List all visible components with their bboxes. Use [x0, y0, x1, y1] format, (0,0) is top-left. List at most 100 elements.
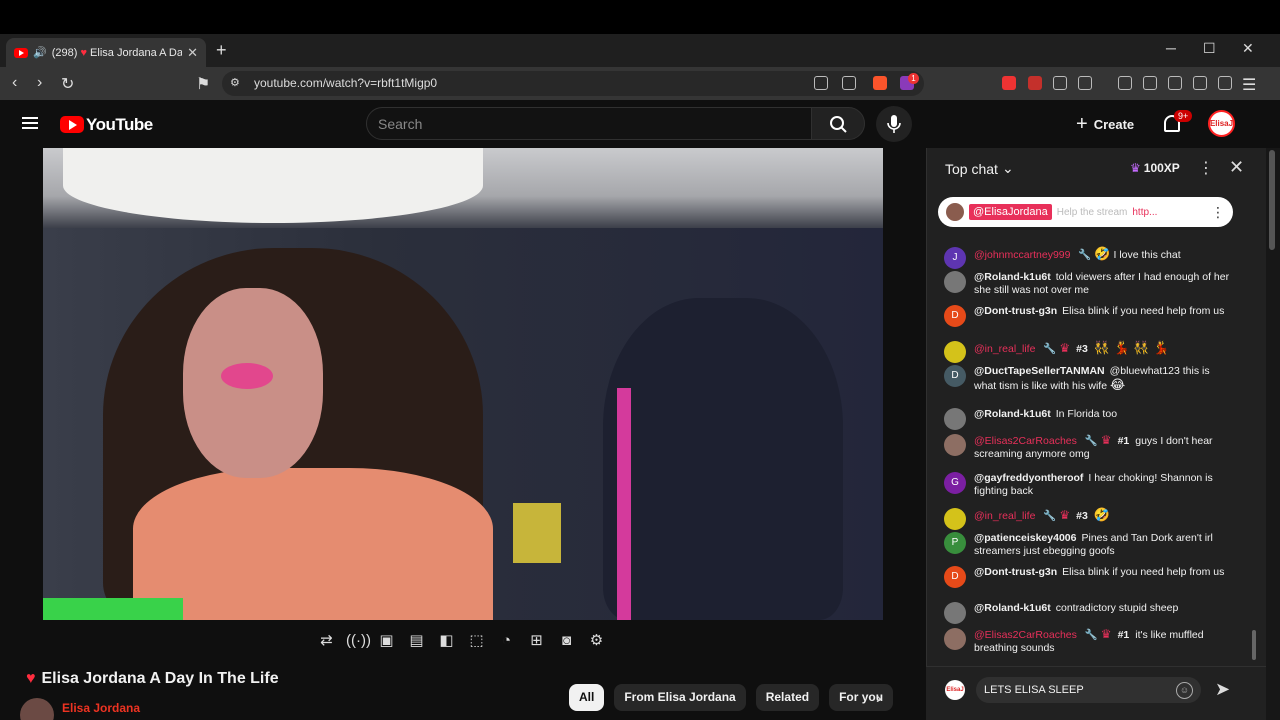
- chat-avatar[interactable]: P: [944, 532, 966, 554]
- loop-icon[interactable]: ⇄: [316, 630, 337, 651]
- chat-message[interactable]: P @patienceiskey4006 Pines and Tan Dork ar…: [944, 532, 1234, 558]
- chat-message[interactable]: @Roland-k1u6t In Florida too: [944, 408, 1234, 430]
- close-chat-icon[interactable]: ✕: [1229, 157, 1244, 178]
- add-clip-icon[interactable]: ⊞: [526, 630, 547, 651]
- filmstrip-icon[interactable]: ▤: [406, 630, 427, 651]
- speaker-icon[interactable]: 🔊: [33, 46, 47, 59]
- chat-scrollbar[interactable]: [1252, 630, 1256, 660]
- chat-avatar[interactable]: G: [944, 472, 966, 494]
- chat-avatar[interactable]: [944, 408, 966, 430]
- pinned-link[interactable]: http...: [1132, 207, 1157, 218]
- chat-author[interactable]: @in_real_life: [974, 510, 1035, 522]
- pinned-more-icon[interactable]: ⋮: [1211, 204, 1225, 221]
- chat-message[interactable]: J @johnmccartney999 🔧 🤣 I love this chat: [944, 247, 1234, 269]
- account-avatar[interactable]: ElisaJ: [1208, 110, 1235, 137]
- chat-message[interactable]: @Elisas2CarRoaches 🔧 ♛ #1 it's like muffle…: [944, 628, 1234, 655]
- minimize-button[interactable]: ─: [1166, 40, 1176, 56]
- share-icon[interactable]: [842, 76, 856, 90]
- create-button[interactable]: + Create: [1076, 113, 1134, 136]
- chat-avatar[interactable]: D: [944, 566, 966, 588]
- chat-author[interactable]: @johnmccartney999: [974, 249, 1070, 261]
- chat-avatar[interactable]: [944, 508, 966, 530]
- chip-for-you[interactable]: For you: [829, 684, 894, 711]
- maximize-button[interactable]: ☐: [1203, 40, 1216, 57]
- sidebar-icon[interactable]: [1143, 76, 1157, 90]
- close-window-button[interactable]: ✕: [1242, 40, 1254, 57]
- chat-avatar[interactable]: [944, 434, 966, 456]
- chat-message[interactable]: @in_real_life 🔧 ♛ #3 🤣: [944, 508, 1234, 530]
- bookmark-icon[interactable]: ⚑: [196, 74, 210, 94]
- video-player[interactable]: [43, 148, 883, 620]
- chip-related[interactable]: Related: [755, 684, 820, 711]
- cast-icon[interactable]: [814, 76, 828, 90]
- chat-avatar[interactable]: [944, 602, 966, 624]
- chat-message[interactable]: G @gayfreddyontheroof I hear choking! Shan…: [944, 472, 1234, 498]
- address-text[interactable]: youtube.com/watch?v=rbft1tMigp0: [254, 76, 437, 90]
- adblock-icon[interactable]: [1028, 76, 1042, 90]
- screenshot-icon[interactable]: [1078, 76, 1092, 90]
- settings-gear-icon[interactable]: ⚙: [586, 630, 607, 651]
- search-box[interactable]: [366, 107, 812, 140]
- chat-avatar[interactable]: D: [944, 305, 966, 327]
- voice-search-button[interactable]: [876, 106, 912, 142]
- chip-all[interactable]: All: [569, 684, 605, 711]
- chat-message[interactable]: D @Dont-trust-g3n Elisa blink if you need …: [944, 305, 1234, 327]
- back-icon[interactable]: ‹: [12, 74, 17, 92]
- chat-avatar[interactable]: D: [944, 365, 966, 387]
- extension-red-icon[interactable]: [1002, 76, 1016, 90]
- chat-message[interactable]: @Roland-k1u6t told viewers after I had en…: [944, 271, 1234, 297]
- chat-message[interactable]: @in_real_life 🔧 ♛ #3 👯 💃 👯 💃: [944, 341, 1234, 363]
- extensions-icon[interactable]: [1053, 76, 1067, 90]
- reload-icon[interactable]: ↻: [61, 74, 74, 94]
- site-info-icon[interactable]: ⚙: [230, 76, 240, 89]
- chat-avatar[interactable]: [944, 271, 966, 293]
- chip-from-channel[interactable]: From Elisa Jordana: [614, 684, 746, 711]
- leo-icon[interactable]: [1193, 76, 1207, 90]
- chat-author[interactable]: @gayfreddyontheroof: [974, 472, 1083, 484]
- youtube-logo-text[interactable]: YouTube: [86, 115, 153, 135]
- chat-message[interactable]: D @Dont-trust-g3n Elisa blink if you need …: [944, 566, 1234, 588]
- picture-in-picture-icon[interactable]: ▣: [376, 630, 397, 651]
- audio-icon[interactable]: ((·)): [346, 630, 371, 651]
- channel-avatar[interactable]: [20, 698, 54, 720]
- chat-avatar[interactable]: [944, 628, 966, 650]
- chat-avatar[interactable]: [944, 341, 966, 363]
- chat-avatar[interactable]: J: [944, 247, 966, 269]
- screen-icon[interactable]: ◧: [436, 630, 457, 651]
- forward-icon[interactable]: ›: [37, 74, 42, 92]
- chat-author[interactable]: @in_real_life: [974, 343, 1035, 355]
- chat-message[interactable]: @Elisas2CarRoaches 🔧 ♛ #1 guys I don't hea…: [944, 434, 1234, 461]
- wallet-icon[interactable]: [1168, 76, 1182, 90]
- chat-author[interactable]: @Roland-k1u6t: [974, 602, 1051, 614]
- hamburger-menu-icon[interactable]: [22, 117, 38, 129]
- chat-message[interactable]: D @DuctTapeSellerTANMAN @bluewhat123 this …: [944, 365, 1234, 393]
- youtube-logo-icon[interactable]: [60, 116, 84, 133]
- frame-icon[interactable]: ⬚: [466, 630, 487, 651]
- search-button[interactable]: [811, 107, 865, 140]
- chevron-right-icon[interactable]: ›: [876, 690, 881, 708]
- media-icon[interactable]: [1118, 76, 1132, 90]
- xp-badge[interactable]: ♛ 100XP: [1130, 161, 1180, 175]
- chat-more-icon[interactable]: ⋮: [1198, 158, 1214, 178]
- chat-author[interactable]: @Dont-trust-g3n: [974, 305, 1057, 317]
- chat-author[interactable]: @Roland-k1u6t: [974, 271, 1051, 283]
- send-icon[interactable]: ➤: [1215, 679, 1230, 700]
- speed-icon[interactable]: ◔: [496, 630, 517, 651]
- menu-icon[interactable]: ☰: [1242, 75, 1256, 95]
- search-input[interactable]: Search: [378, 116, 422, 132]
- screenshot-camera-icon[interactable]: ◙: [556, 630, 577, 651]
- chat-author[interactable]: @Roland-k1u6t: [974, 408, 1051, 420]
- chat-input[interactable]: [976, 677, 1201, 703]
- channel-name[interactable]: Elisa Jordana: [62, 701, 140, 715]
- close-tab-icon[interactable]: ✕: [187, 45, 198, 61]
- browser-tab[interactable]: 🔊 (298) ♥ Elisa Jordana A Day ✕: [6, 38, 206, 67]
- vpn-icon[interactable]: [1218, 76, 1232, 90]
- chat-author[interactable]: @Elisas2CarRoaches: [974, 629, 1077, 641]
- page-scrollbar-thumb[interactable]: [1269, 150, 1275, 250]
- emoji-icon[interactable]: ☺: [1176, 682, 1193, 699]
- chat-author[interactable]: @DuctTapeSellerTANMAN: [974, 365, 1105, 377]
- chat-author[interactable]: @Elisas2CarRoaches: [974, 435, 1077, 447]
- brave-shield-icon[interactable]: [873, 76, 887, 90]
- pinned-message[interactable]: @ElisaJordana Help the stream http... ⋮: [938, 197, 1233, 227]
- chat-message[interactable]: @Roland-k1u6t contradictory stupid sheep: [944, 602, 1234, 624]
